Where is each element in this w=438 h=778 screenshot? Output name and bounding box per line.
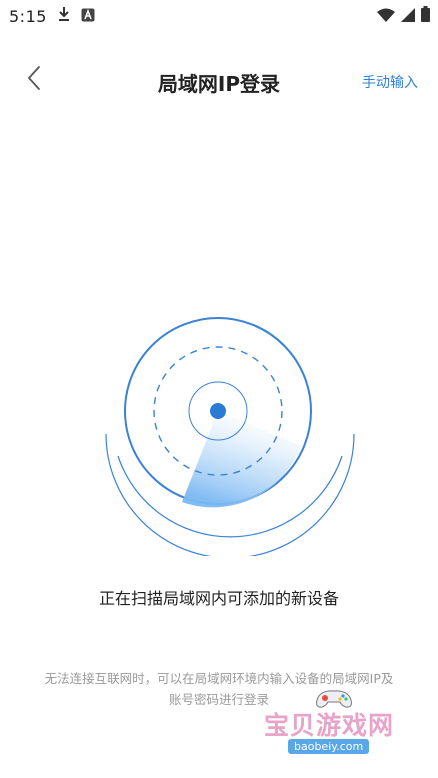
status-right — [377, 6, 430, 26]
radar-scanner — [100, 306, 360, 559]
status-bar: 5:15 — [0, 0, 438, 32]
battery-icon — [421, 6, 430, 26]
top-bar: 局域网IP登录 手动输入 — [0, 52, 438, 110]
status-left: 5:15 — [9, 6, 95, 26]
manual-input-button[interactable]: 手动输入 — [362, 72, 418, 92]
status-time: 5:15 — [9, 6, 47, 26]
download-icon — [57, 6, 71, 26]
wifi-icon — [377, 7, 395, 26]
signal-icon — [401, 7, 415, 26]
watermark-url: baobeiy.com — [288, 739, 370, 754]
notification-a-icon — [81, 7, 95, 26]
watermark-text: 宝贝游戏网 — [264, 711, 395, 740]
radar-center-dot — [210, 403, 226, 419]
watermark-logo: 宝贝游戏网 baobeiy.com — [262, 688, 412, 768]
scanning-status-text: 正在扫描局域网内可添加的新设备 — [98, 589, 339, 608]
